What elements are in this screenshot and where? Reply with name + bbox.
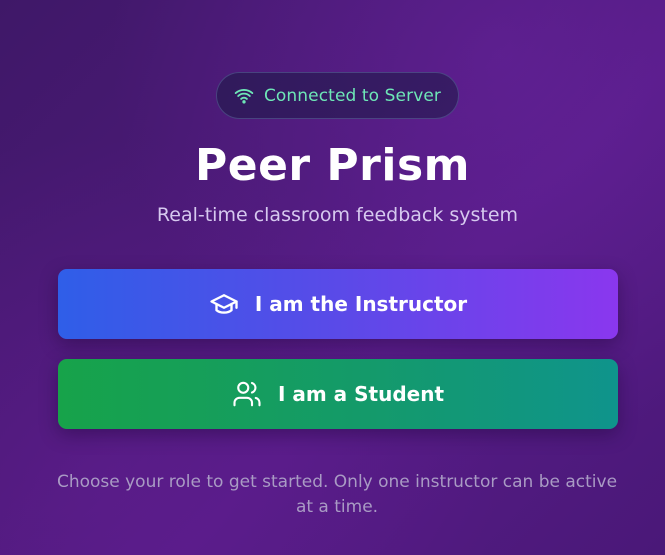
student-role-button[interactable]: I am a Student	[58, 359, 618, 429]
role-instructions-note: Choose your role to get started. Only on…	[56, 472, 618, 517]
connection-status-text: Connected to Server	[263, 85, 442, 106]
instructor-role-label: I am the Instructor	[254, 292, 468, 316]
student-role-label: I am a Student	[277, 382, 445, 406]
graduation-cap-icon	[209, 289, 239, 319]
users-icon	[232, 379, 262, 409]
page-subtitle: Real-time classroom feedback system	[156, 204, 519, 226]
connection-status-badge: Connected to Server	[216, 72, 459, 119]
instructor-role-button[interactable]: I am the Instructor	[58, 269, 618, 339]
page-title: Peer Prism	[194, 140, 470, 191]
wifi-icon	[234, 86, 254, 106]
